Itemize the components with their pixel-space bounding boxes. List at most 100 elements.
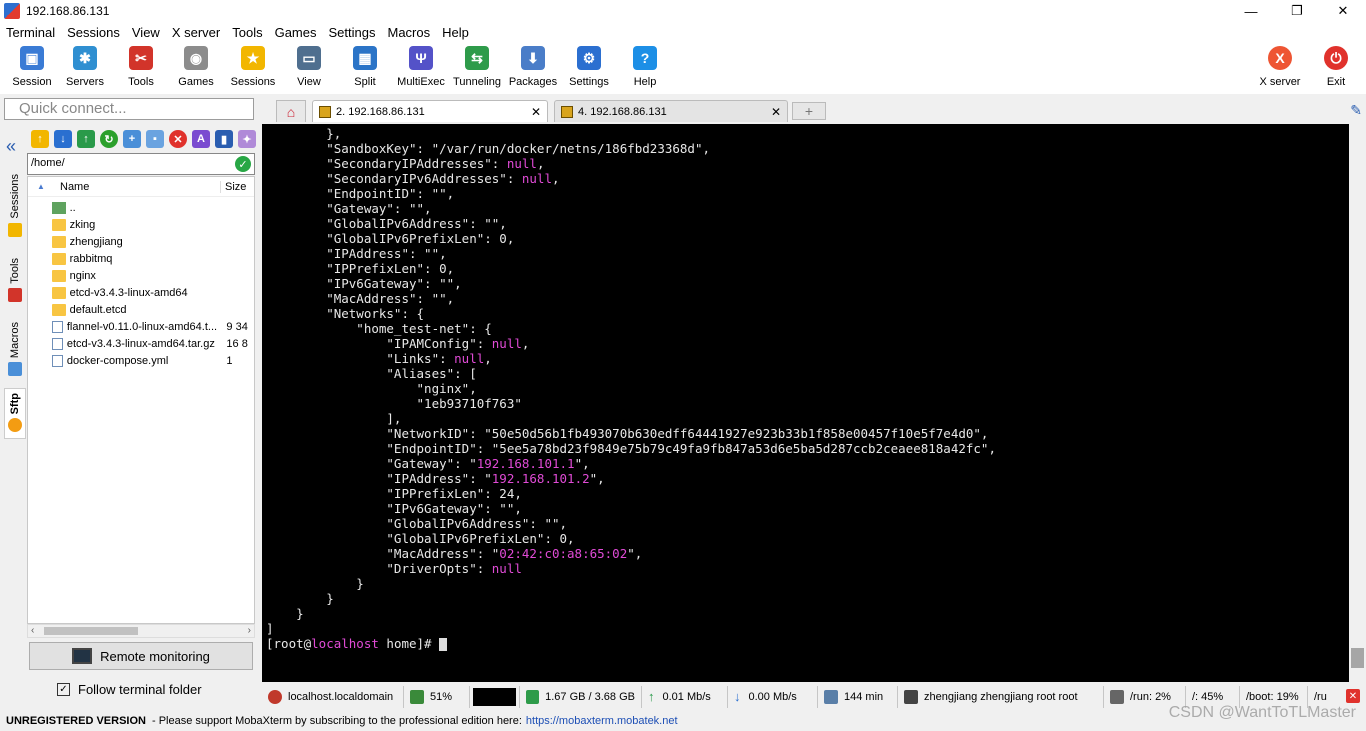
- session-icon: ▣: [20, 46, 44, 70]
- magic-wand-icon[interactable]: ✦: [238, 130, 256, 148]
- toolbar-tunneling-button[interactable]: ⇆ Tunneling: [449, 46, 505, 92]
- rename-icon[interactable]: A: [192, 130, 210, 148]
- download-icon[interactable]: ↓: [54, 130, 72, 148]
- scroll-thumb[interactable]: [44, 627, 138, 635]
- scroll-right-icon[interactable]: ›: [248, 625, 251, 636]
- file-row[interactable]: zhengjiang: [28, 233, 254, 250]
- toolbar-split-button[interactable]: ▦ Split: [337, 46, 393, 92]
- minimize-button[interactable]: —: [1228, 0, 1274, 22]
- toolbar-sessions-button[interactable]: ★ Sessions: [225, 46, 281, 92]
- menu-macros[interactable]: Macros: [387, 25, 430, 40]
- file-row[interactable]: etcd-v3.4.3-linux-amd64.tar.gz 16 8: [28, 335, 254, 352]
- horizontal-scrollbar[interactable]: ‹ ›: [27, 624, 255, 638]
- terminal-line: "GlobalIPv6PrefixLen": 0,: [266, 531, 574, 546]
- star-icon: [8, 222, 22, 237]
- maximize-button[interactable]: ❐: [1274, 0, 1320, 22]
- file-row[interactable]: nginx: [28, 267, 254, 284]
- side-tab-sessions[interactable]: Sessions: [4, 174, 26, 237]
- new-tab-button[interactable]: +: [792, 102, 826, 120]
- file-row[interactable]: flannel-v0.11.0-linux-amd64.t... 9 34: [28, 318, 254, 335]
- tab-session-2[interactable]: 2. 192.168.86.131 ✕: [312, 100, 548, 122]
- new-folder-icon[interactable]: ▪: [146, 130, 164, 148]
- checkbox-icon[interactable]: ✓: [57, 683, 70, 696]
- side-tab-sftp[interactable]: Sftp: [4, 388, 26, 440]
- home-tab[interactable]: ⌂: [276, 100, 306, 122]
- status-uptime: 144 min: [818, 685, 898, 708]
- toolbar-session-button[interactable]: ▣ Session: [4, 46, 60, 92]
- servers-icon: ✱: [73, 46, 97, 70]
- file-name: rabbitmq: [69, 252, 113, 265]
- menu-sessions[interactable]: Sessions: [67, 25, 120, 40]
- terminal-output[interactable]: }, "SandboxKey": "/var/run/docker/netns/…: [262, 124, 1349, 682]
- column-name[interactable]: Name: [50, 181, 220, 193]
- close-status-icon[interactable]: ✕: [1346, 689, 1360, 703]
- close-button[interactable]: ✕: [1320, 0, 1366, 22]
- toolbar-packages-button[interactable]: ⬇ Packages: [505, 46, 561, 92]
- toolbar-multiexec-button[interactable]: Ψ MultiExec: [393, 46, 449, 92]
- file-icon: [52, 320, 63, 333]
- terminal-text: "IPPrefixLen": 24,: [266, 486, 522, 501]
- file-size: 1: [226, 354, 233, 367]
- mobatek-link[interactable]: https://mobaxterm.mobatek.net: [526, 715, 678, 727]
- parent-folder-icon[interactable]: ↑: [31, 130, 49, 148]
- file-icon: [52, 337, 63, 350]
- toolbar-x-server-button[interactable]: X X server: [1252, 46, 1308, 92]
- toolbar-label: Games: [178, 76, 214, 88]
- tab-session-4[interactable]: 4. 192.168.86.131 ✕: [554, 100, 788, 122]
- delete-icon[interactable]: ✕: [169, 130, 187, 148]
- refresh-icon[interactable]: ↻: [100, 130, 118, 148]
- file-row[interactable]: etcd-v3.4.3-linux-amd64: [28, 284, 254, 301]
- terminal-text: ,: [484, 351, 492, 366]
- toolbar-games-button[interactable]: ◉ Games: [168, 46, 224, 92]
- scroll-left-icon[interactable]: ‹: [31, 625, 34, 636]
- upload-icon[interactable]: ↑: [77, 130, 95, 148]
- permissions-icon[interactable]: ▮: [215, 130, 233, 148]
- file-row[interactable]: rabbitmq: [28, 250, 254, 267]
- terminal-text: ,: [536, 156, 545, 171]
- sort-arrow-icon[interactable]: ▲: [32, 182, 50, 191]
- toolbar-help-button[interactable]: ? Help: [617, 46, 673, 92]
- file-row[interactable]: docker-compose.yml 1: [28, 352, 254, 369]
- new-file-icon[interactable]: +: [123, 130, 141, 148]
- terminal-text: ]: [266, 621, 274, 636]
- side-tab-macros[interactable]: Macros: [4, 322, 26, 377]
- toolbar-view-button[interactable]: ▭ View: [281, 46, 337, 92]
- toolbar-exit-button[interactable]: ⏻ Exit: [1308, 46, 1364, 92]
- file-list-header: ▲ Name Size: [28, 177, 254, 197]
- terminal-line: "nginx",: [266, 381, 477, 396]
- toolbar-tools-button[interactable]: ✂ Tools: [113, 46, 169, 92]
- menu-games[interactable]: Games: [275, 25, 317, 40]
- toolbar-servers-button[interactable]: ✱ Servers: [57, 46, 113, 92]
- sftp-path-input[interactable]: /home/ ✓: [27, 153, 255, 175]
- upload-arrow-icon: ↑: [648, 689, 655, 704]
- follow-terminal-label: Follow terminal folder: [78, 682, 202, 697]
- menu-settings[interactable]: Settings: [329, 25, 376, 40]
- quick-connect-input[interactable]: Quick connect...: [4, 98, 254, 120]
- xserver-icon: X: [1268, 46, 1292, 70]
- attach-icon[interactable]: ✎: [1350, 102, 1362, 119]
- terminal-text: ,: [551, 171, 560, 186]
- terminal-line: "Gateway": "192.168.101.1",: [266, 456, 589, 471]
- follow-terminal-checkbox[interactable]: ✓ Follow terminal folder: [57, 682, 202, 697]
- side-tab-tools[interactable]: Tools: [4, 258, 26, 302]
- menu-help[interactable]: Help: [442, 25, 469, 40]
- collapse-chevron-icon[interactable]: «: [6, 136, 16, 157]
- file-row[interactable]: zking: [28, 216, 254, 233]
- menu-tools[interactable]: Tools: [232, 25, 262, 40]
- tab-close-icon[interactable]: ✕: [531, 105, 541, 119]
- menu-view[interactable]: View: [132, 25, 160, 40]
- toolbar-settings-button[interactable]: ⚙ Settings: [561, 46, 617, 92]
- file-row[interactable]: default.etcd: [28, 301, 254, 318]
- confirm-path-icon[interactable]: ✓: [235, 156, 251, 172]
- column-size[interactable]: Size: [220, 180, 250, 193]
- terminal-scrollbar[interactable]: [1349, 124, 1366, 682]
- menu-x-server[interactable]: X server: [172, 25, 220, 40]
- menu-terminal[interactable]: Terminal: [6, 25, 55, 40]
- memory-icon: [526, 689, 540, 704]
- toolbar-label: Session: [12, 76, 52, 88]
- file-row[interactable]: ..: [28, 199, 254, 216]
- scroll-thumb[interactable]: [1351, 648, 1364, 668]
- remote-monitoring-button[interactable]: Remote monitoring: [29, 642, 253, 670]
- terminal-text: null: [491, 336, 522, 351]
- tab-close-icon[interactable]: ✕: [771, 105, 781, 119]
